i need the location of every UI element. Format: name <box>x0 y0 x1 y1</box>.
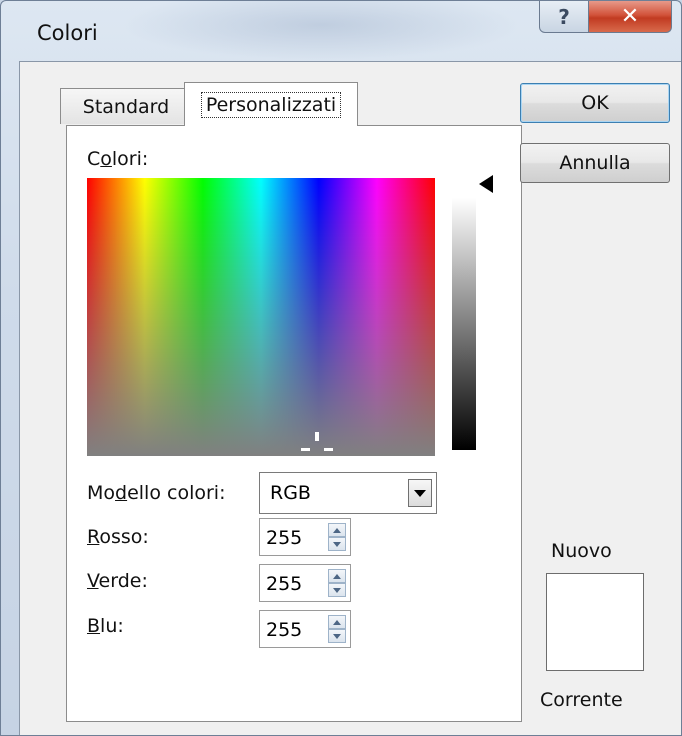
green-spin-down[interactable] <box>328 583 346 597</box>
spin-down-icon <box>333 541 341 547</box>
dialog-client-area: Standard Personalizzati Colori: Modello … <box>19 61 681 735</box>
cancel-button-label: Annulla <box>559 152 631 174</box>
ok-button-label: OK <box>581 92 609 114</box>
dropdown-button[interactable] <box>408 479 432 507</box>
close-icon: ✕ <box>620 4 640 29</box>
custom-colors-panel: Colori: Modello colori: RGB Rosso: 255 V… <box>66 125 522 722</box>
blue-spin-down[interactable] <box>328 629 346 643</box>
red-spin-down[interactable] <box>328 537 346 551</box>
window-title: Colori <box>37 21 98 45</box>
spin-down-icon <box>333 633 341 639</box>
crosshair-right <box>324 448 333 451</box>
spin-up-icon <box>333 619 341 625</box>
green-stepper[interactable]: 255 <box>259 564 351 602</box>
color-model-value: RGB <box>270 482 311 504</box>
luminance-slider[interactable] <box>452 198 476 450</box>
spin-up-icon <box>333 573 341 579</box>
tab-standard-label: Standard <box>82 95 170 118</box>
close-button[interactable]: ✕ <box>588 1 672 33</box>
green-spin-up[interactable] <box>328 569 346 583</box>
blue-spin-up[interactable] <box>328 615 346 629</box>
triangle-left-icon[interactable] <box>479 175 493 193</box>
red-label: Rosso: <box>87 526 149 548</box>
current-color-label: Corrente <box>540 689 623 711</box>
new-color-label: Nuovo <box>551 540 612 562</box>
title-bar-background <box>121 1 521 61</box>
colors-label: Colori: <box>87 148 149 170</box>
help-icon: ? <box>558 4 570 29</box>
ok-button[interactable]: OK <box>520 83 670 123</box>
tab-personalizzati-label: Personalizzati <box>200 91 342 118</box>
tab-personalizzati[interactable]: Personalizzati <box>184 82 358 126</box>
cancel-button[interactable]: Annulla <box>520 143 670 183</box>
red-value: 255 <box>266 527 303 549</box>
red-stepper[interactable]: 255 <box>259 518 351 556</box>
crosshair-left <box>301 448 310 451</box>
color-model-select[interactable]: RGB <box>259 472 437 514</box>
color-spectrum-picker[interactable] <box>87 178 435 456</box>
blue-label: Blu: <box>87 615 124 637</box>
model-label: Modello colori: <box>87 482 226 504</box>
color-preview-swatch <box>546 573 644 671</box>
colori-dialog: Colori ? ✕ Standard Personalizzati Color… <box>0 0 682 736</box>
chevron-down-icon <box>414 489 426 497</box>
red-spin-up[interactable] <box>328 523 346 537</box>
help-button[interactable]: ? <box>539 1 589 33</box>
spin-down-icon <box>333 587 341 593</box>
crosshair-top <box>315 432 319 441</box>
tab-standard[interactable]: Standard <box>60 88 192 124</box>
blue-value: 255 <box>266 619 303 641</box>
green-value: 255 <box>266 573 303 595</box>
green-label: Verde: <box>87 570 148 592</box>
spin-up-icon <box>333 527 341 533</box>
blue-stepper[interactable]: 255 <box>259 610 351 648</box>
